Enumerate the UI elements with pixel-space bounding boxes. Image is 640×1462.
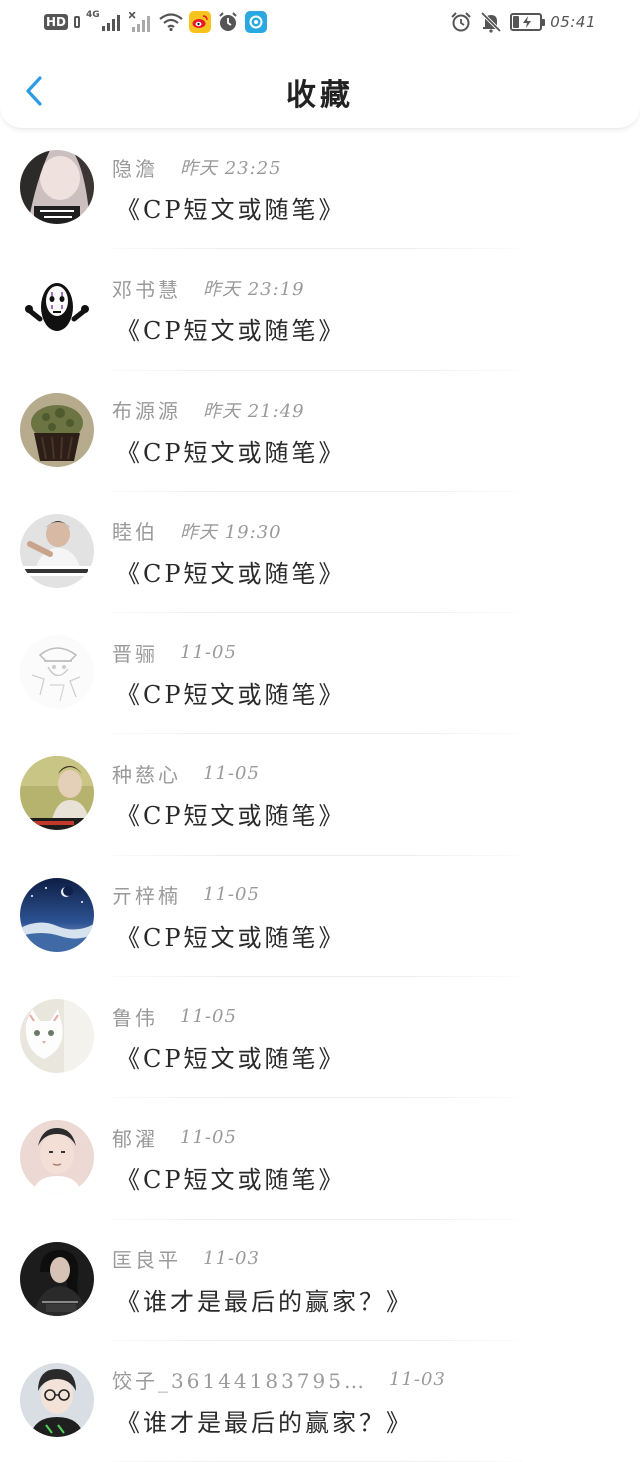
- item-meta: 晋骊 11-05: [112, 637, 237, 667]
- post-time: 11-03: [388, 1369, 446, 1391]
- item-meta: 郁濯 11-05: [112, 1122, 237, 1152]
- user-name: 邓书慧: [112, 277, 181, 302]
- weibo-icon: [188, 11, 211, 33]
- post-time: 11-05: [180, 1126, 237, 1148]
- item-title: 《CP短文或随笔》: [116, 559, 346, 588]
- user-name: 饺子_36144183795…: [112, 1369, 367, 1394]
- item-title: 《CP短文或随笔》: [116, 317, 346, 346]
- status-time: 05:41: [550, 13, 596, 31]
- list-item[interactable]: 郁濯 11-05 《CP短文或随笔》: [0, 1098, 640, 1220]
- avatar: [20, 756, 94, 831]
- avatar: [20, 877, 94, 952]
- hd-secondary-icon: [74, 16, 81, 28]
- item-meta: 布源源 昨天 21:49: [112, 395, 305, 425]
- alarm-app-icon: [218, 12, 237, 31]
- item-meta: 邓书慧 昨天 23:19: [112, 273, 305, 303]
- item-meta: 匡良平 11-03: [112, 1244, 260, 1274]
- post-time: 昨天 21:49: [203, 400, 305, 422]
- page-title: 收藏: [286, 78, 354, 113]
- avatar: [20, 635, 94, 710]
- item-title: 《CP短文或随笔》: [116, 1045, 346, 1074]
- avatar: [20, 1241, 94, 1316]
- post-time: 11-05: [203, 884, 260, 906]
- item-meta: 隐澹 昨天 23:25: [112, 152, 282, 182]
- list-item[interactable]: 邓书慧 昨天 23:19 《CP短文或随笔》: [0, 249, 640, 371]
- status-bar: HD 4G 05:41: [0, 0, 640, 44]
- list-item[interactable]: 睦伯 昨天 19:30 《CP短文或随笔》: [0, 492, 640, 614]
- avatar: [20, 999, 94, 1074]
- status-bar-left: HD 4G: [44, 10, 267, 34]
- network-type-label: 4G: [86, 10, 100, 20]
- item-title: 《CP短文或随笔》: [116, 438, 346, 467]
- item-meta: 饺子_36144183795… 11-03: [112, 1365, 446, 1395]
- post-time: 11-03: [203, 1248, 260, 1270]
- blue-app-icon: [244, 11, 267, 33]
- avatar: [20, 392, 94, 467]
- user-name: 晋骊: [112, 641, 158, 666]
- post-time: 11-05: [180, 1005, 237, 1027]
- item-title: 《CP短文或随笔》: [116, 802, 346, 831]
- post-time: 11-05: [180, 641, 237, 663]
- wifi-icon: [158, 13, 183, 31]
- list-item[interactable]: 鲁伟 11-05 《CP短文或随笔》: [0, 977, 640, 1099]
- header: 收藏: [0, 44, 640, 129]
- signal-icon: [101, 15, 120, 31]
- list-item[interactable]: 隐澹 昨天 23:25 《CP短文或随笔》: [0, 128, 640, 250]
- battery-charging-icon: [510, 13, 546, 31]
- list-item[interactable]: 布源源 昨天 21:49 《CP短文或随笔》: [0, 371, 640, 492]
- user-name: 布源源: [112, 399, 181, 424]
- item-meta: 亓梓楠 11-05: [112, 880, 260, 910]
- favorites-list: 隐澹 昨天 23:25 《CP短文或随笔》 邓书慧 昨天 23:19 《CP短文…: [0, 128, 640, 1462]
- post-time: 11-05: [203, 762, 260, 784]
- post-time: 昨天 19:30: [180, 521, 282, 543]
- item-meta: 鲁伟 11-05: [112, 1001, 237, 1031]
- item-title: 《CP短文或随笔》: [116, 196, 346, 224]
- user-name: 郁濯: [112, 1126, 158, 1151]
- item-meta: 睦伯 昨天 19:30: [112, 516, 282, 546]
- item-title: 《CP短文或随笔》: [116, 923, 346, 952]
- list-item[interactable]: 亓梓楠 11-05 《CP短文或随笔》: [0, 856, 640, 978]
- user-name: 隐澹: [112, 156, 158, 181]
- user-name: 睦伯: [112, 520, 158, 545]
- user-name: 种慈心: [112, 762, 181, 787]
- avatar: [20, 1362, 94, 1437]
- status-bar-right: 05:41: [450, 10, 596, 34]
- list-item[interactable]: 饺子_36144183795… 11-03 《谁才是最后的赢家？》: [0, 1341, 640, 1462]
- list-item[interactable]: 匡良平 11-03 《谁才是最后的赢家？》: [0, 1220, 640, 1341]
- list-item[interactable]: 种慈心 11-05 《CP短文或随笔》: [0, 734, 640, 856]
- post-time: 昨天 23:25: [180, 158, 282, 179]
- avatar: [20, 271, 94, 346]
- item-title: 《谁才是最后的赢家？》: [116, 1408, 413, 1437]
- user-name: 鲁伟: [112, 1005, 158, 1030]
- hd-icon: HD: [44, 14, 69, 30]
- signal-disabled-icon: [128, 12, 150, 32]
- avatar: [20, 1120, 94, 1195]
- avatar: [20, 513, 94, 588]
- alarm-icon: [451, 12, 471, 32]
- list-item[interactable]: 晋骊 11-05 《CP短文或随笔》: [0, 613, 640, 735]
- avatar: [20, 150, 94, 224]
- item-title: 《谁才是最后的赢家？》: [116, 1287, 413, 1316]
- post-time: 昨天 23:19: [203, 279, 305, 301]
- user-name: 亓梓楠: [112, 884, 181, 909]
- item-title: 《CP短文或随笔》: [116, 1166, 346, 1195]
- mute-icon: [481, 11, 502, 33]
- item-meta: 种慈心 11-05: [112, 758, 260, 788]
- item-title: 《CP短文或随笔》: [116, 681, 346, 710]
- user-name: 匡良平: [112, 1248, 181, 1273]
